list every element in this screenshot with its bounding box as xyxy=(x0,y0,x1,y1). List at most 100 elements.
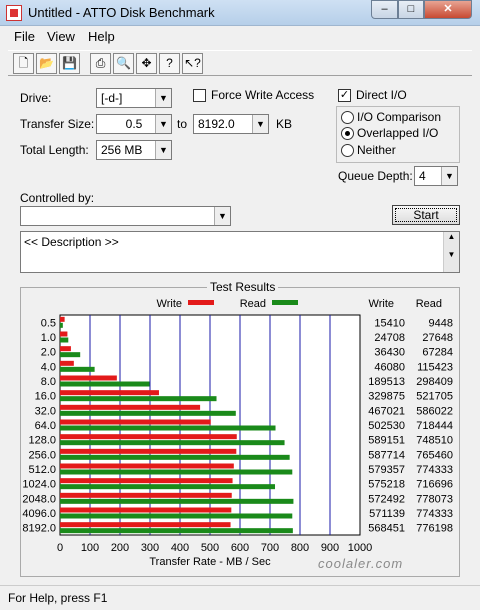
write-value: 589151 xyxy=(368,435,405,447)
read-bar xyxy=(60,396,217,402)
maximize-button[interactable]: □ xyxy=(398,0,424,19)
status-bar: For Help, press F1 xyxy=(0,585,480,610)
move-icon[interactable]: ✥ xyxy=(136,53,157,74)
x-tick-label: 500 xyxy=(201,542,219,554)
write-bar xyxy=(60,434,237,440)
transfer-to-select[interactable]: 8192.0 ▼ xyxy=(193,114,269,134)
transfer-from-value: 0.5 xyxy=(125,117,143,131)
queue-depth-select[interactable]: 4 ▼ xyxy=(414,166,458,186)
write-bar xyxy=(60,522,231,528)
read-value: 778073 xyxy=(416,493,453,505)
write-bar xyxy=(60,390,159,396)
print-preview-icon[interactable]: 🔍 xyxy=(113,53,134,74)
x-axis-label: Transfer Rate - MB / Sec xyxy=(149,556,271,568)
io-mode-group: I/O Comparison Overlapped I/O Neither xyxy=(336,106,460,163)
app-icon xyxy=(6,5,22,21)
read-bar xyxy=(60,528,293,534)
write-bar xyxy=(60,331,68,337)
controlled-by-select[interactable]: ▼ xyxy=(20,206,231,226)
x-tick-label: 700 xyxy=(261,542,279,554)
transfer-from-select[interactable]: 0.5 ▼ xyxy=(96,114,172,134)
save-icon[interactable]: 💾 xyxy=(59,53,80,74)
menu-help[interactable]: Help xyxy=(88,29,115,44)
drive-label: Drive: xyxy=(20,91,52,105)
x-tick-label: 0 xyxy=(57,542,63,554)
help-icon[interactable]: ? xyxy=(159,53,180,74)
read-bar xyxy=(60,469,293,475)
write-bar xyxy=(60,507,232,513)
write-value: 579357 xyxy=(368,464,405,476)
total-length-label: Total Length: xyxy=(20,143,89,157)
y-tick-label: 2.0 xyxy=(41,347,56,359)
column-header-write: Write xyxy=(369,298,394,310)
transfer-size-label: Transfer Size: xyxy=(20,117,95,131)
read-bar xyxy=(60,513,293,519)
read-value: 67284 xyxy=(422,347,453,359)
app-window: Untitled - ATTO Disk Benchmark ‒ □ ✕ Fil… xyxy=(0,0,480,610)
write-value: 571139 xyxy=(369,508,405,520)
drive-select[interactable]: [-d-] ▼ xyxy=(96,88,172,108)
direct-io-checkbox[interactable]: ✓ xyxy=(338,89,351,102)
write-value: 36430 xyxy=(374,347,405,359)
description-scrollbar[interactable]: ▲ ▼ xyxy=(443,232,459,272)
read-value: 776198 xyxy=(416,523,453,535)
read-value: 521705 xyxy=(416,391,453,403)
legend-read-swatch xyxy=(272,300,298,305)
menu-file[interactable]: File xyxy=(14,29,35,44)
write-bar xyxy=(60,448,237,454)
radio-overlapped-io[interactable] xyxy=(341,127,354,140)
write-bar xyxy=(60,346,71,352)
kb-label: KB xyxy=(276,117,293,131)
window-title: Untitled - ATTO Disk Benchmark xyxy=(28,5,215,20)
radio-io-comparison[interactable] xyxy=(341,111,354,124)
y-tick-label: 4.0 xyxy=(41,361,56,373)
radio-neither[interactable] xyxy=(341,144,354,157)
y-tick-label: 0.5 xyxy=(41,317,56,329)
write-value: 46080 xyxy=(374,361,405,373)
read-bar xyxy=(60,454,290,460)
new-icon[interactable]: 🗋 xyxy=(13,53,34,74)
y-tick-label: 64.0 xyxy=(35,420,56,432)
read-bar xyxy=(60,484,276,490)
legend-write-label: Write xyxy=(157,298,182,310)
read-value: 716696 xyxy=(416,479,453,491)
chevron-down-icon: ▼ xyxy=(155,89,171,107)
y-tick-label: 16.0 xyxy=(35,391,56,403)
io-comparison-label: I/O Comparison xyxy=(357,110,442,124)
print-icon[interactable]: ⎙ xyxy=(90,53,111,74)
context-help-icon[interactable]: ↖? xyxy=(182,53,203,74)
read-value: 765460 xyxy=(416,449,453,461)
write-bar xyxy=(60,492,232,498)
write-value: 24708 xyxy=(374,332,405,344)
force-write-label: Force Write Access xyxy=(211,88,315,102)
open-icon[interactable]: 📂 xyxy=(36,53,57,74)
title-bar[interactable]: Untitled - ATTO Disk Benchmark ‒ □ ✕ xyxy=(0,0,480,26)
x-tick-label: 400 xyxy=(171,542,189,554)
toolbar: 🗋 📂 💾 ⎙ 🔍 ✥ ? ↖? xyxy=(8,50,472,76)
force-write-checkbox[interactable] xyxy=(193,89,206,102)
total-length-select[interactable]: 256 MB ▼ xyxy=(96,140,172,160)
menu-view[interactable]: View xyxy=(47,29,75,44)
read-value: 9448 xyxy=(429,317,453,329)
queue-depth-value: 4 xyxy=(419,169,426,183)
x-tick-label: 200 xyxy=(111,542,129,554)
minimize-button[interactable]: ‒ xyxy=(371,0,398,19)
description-box[interactable]: << Description >> ▲ ▼ xyxy=(20,231,460,273)
write-value: 575218 xyxy=(368,479,405,491)
y-tick-label: 32.0 xyxy=(35,405,56,417)
write-bar xyxy=(60,375,117,381)
write-bar xyxy=(60,478,233,484)
write-value: 587714 xyxy=(368,449,405,461)
read-value: 115423 xyxy=(417,361,453,373)
write-value: 329875 xyxy=(368,391,405,403)
x-tick-label: 100 xyxy=(81,542,99,554)
read-value: 586022 xyxy=(416,405,453,417)
write-bar xyxy=(60,419,211,425)
x-tick-label: 300 xyxy=(141,542,159,554)
y-tick-label: 128.0 xyxy=(28,435,56,447)
close-button[interactable]: ✕ xyxy=(424,0,472,19)
read-bar xyxy=(60,440,285,446)
start-button[interactable]: Start xyxy=(392,205,460,225)
y-tick-label: 4096.0 xyxy=(22,508,56,520)
read-value: 718444 xyxy=(416,420,453,432)
